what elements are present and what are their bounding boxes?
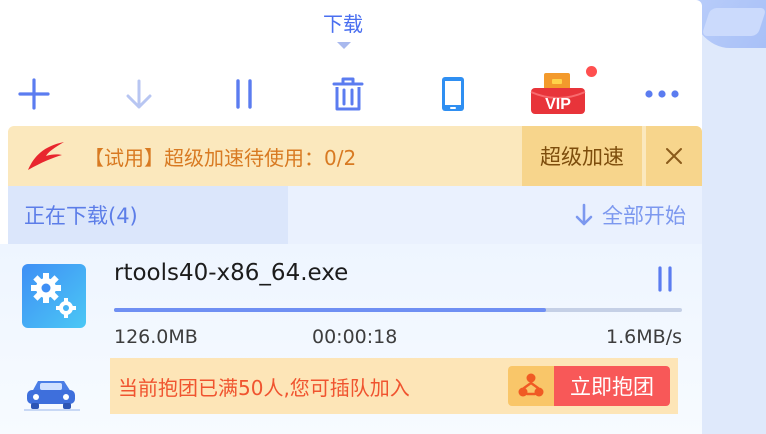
more-icon — [645, 90, 679, 98]
super-speed-button[interactable]: 超级加速 — [522, 126, 642, 186]
corner-decoration-shape — [701, 8, 766, 36]
elapsed-time: 00:00:18 — [312, 326, 398, 348]
notice-close-button[interactable] — [646, 126, 702, 186]
exe-file-icon — [22, 264, 86, 328]
download-speed: 1.6MB/s — [606, 326, 682, 348]
car-icon — [24, 381, 80, 411]
item-pause-button[interactable] — [648, 262, 682, 296]
tab-caret-icon — [337, 42, 351, 49]
pause-all-button[interactable] — [219, 66, 269, 122]
more-button[interactable] — [637, 66, 687, 122]
gears-icon — [31, 273, 76, 318]
mobile-button[interactable] — [428, 66, 478, 122]
close-icon — [666, 148, 682, 164]
add-button[interactable] — [9, 66, 59, 122]
download-panel: 下载 VIP 【试用】超级加速待使用：0/2 超级加速 正在下载(4) 全部开始… — [0, 0, 702, 434]
group-promo-bar: 当前抱团已满50人,您可插队加入 立即抱团 — [110, 358, 678, 414]
vip-button[interactable]: VIP — [530, 66, 588, 122]
file-size: 126.0MB — [114, 326, 198, 348]
plus-icon — [18, 78, 50, 110]
trash-icon — [332, 77, 364, 111]
download-progress-bar — [114, 308, 682, 312]
delete-button[interactable] — [323, 66, 373, 122]
tab-download[interactable]: 下载 — [300, 8, 386, 37]
pause-icon — [658, 266, 672, 292]
group-people-icon — [518, 373, 544, 397]
downloading-section-header: 正在下载(4) 全部开始 — [8, 186, 702, 244]
trial-notice-bar: 【试用】超级加速待使用：0/2 超级加速 — [8, 126, 702, 186]
group-promo-text: 当前抱团已满50人,您可插队加入 — [118, 376, 410, 400]
svg-text:VIP: VIP — [545, 96, 571, 113]
arrow-down-icon — [575, 203, 593, 226]
start-button[interactable] — [114, 66, 164, 122]
swallow-logo-icon — [28, 142, 64, 170]
start-all-button[interactable]: 全部开始 — [574, 186, 686, 244]
trial-notice-text: 【试用】超级加速待使用：0/2 — [84, 146, 357, 170]
join-group-button[interactable]: 立即抱团 — [554, 366, 670, 406]
toolbar: VIP — [0, 66, 702, 122]
vip-icon: VIP — [530, 73, 586, 114]
tab-downloading[interactable]: 正在下载(4) — [8, 186, 288, 244]
pause-icon — [236, 79, 252, 109]
group-icon — [508, 366, 554, 406]
phone-icon — [442, 77, 464, 111]
vip-notification-dot — [586, 66, 597, 77]
file-name: rtools40-x86_64.exe — [114, 260, 349, 286]
start-all-label: 全部开始 — [602, 204, 686, 228]
arrow-down-icon — [126, 79, 152, 109]
download-item[interactable]: rtools40-x86_64.exe 126.0MB 00:00:18 1.6… — [0, 244, 702, 434]
download-progress-fill — [114, 308, 546, 312]
